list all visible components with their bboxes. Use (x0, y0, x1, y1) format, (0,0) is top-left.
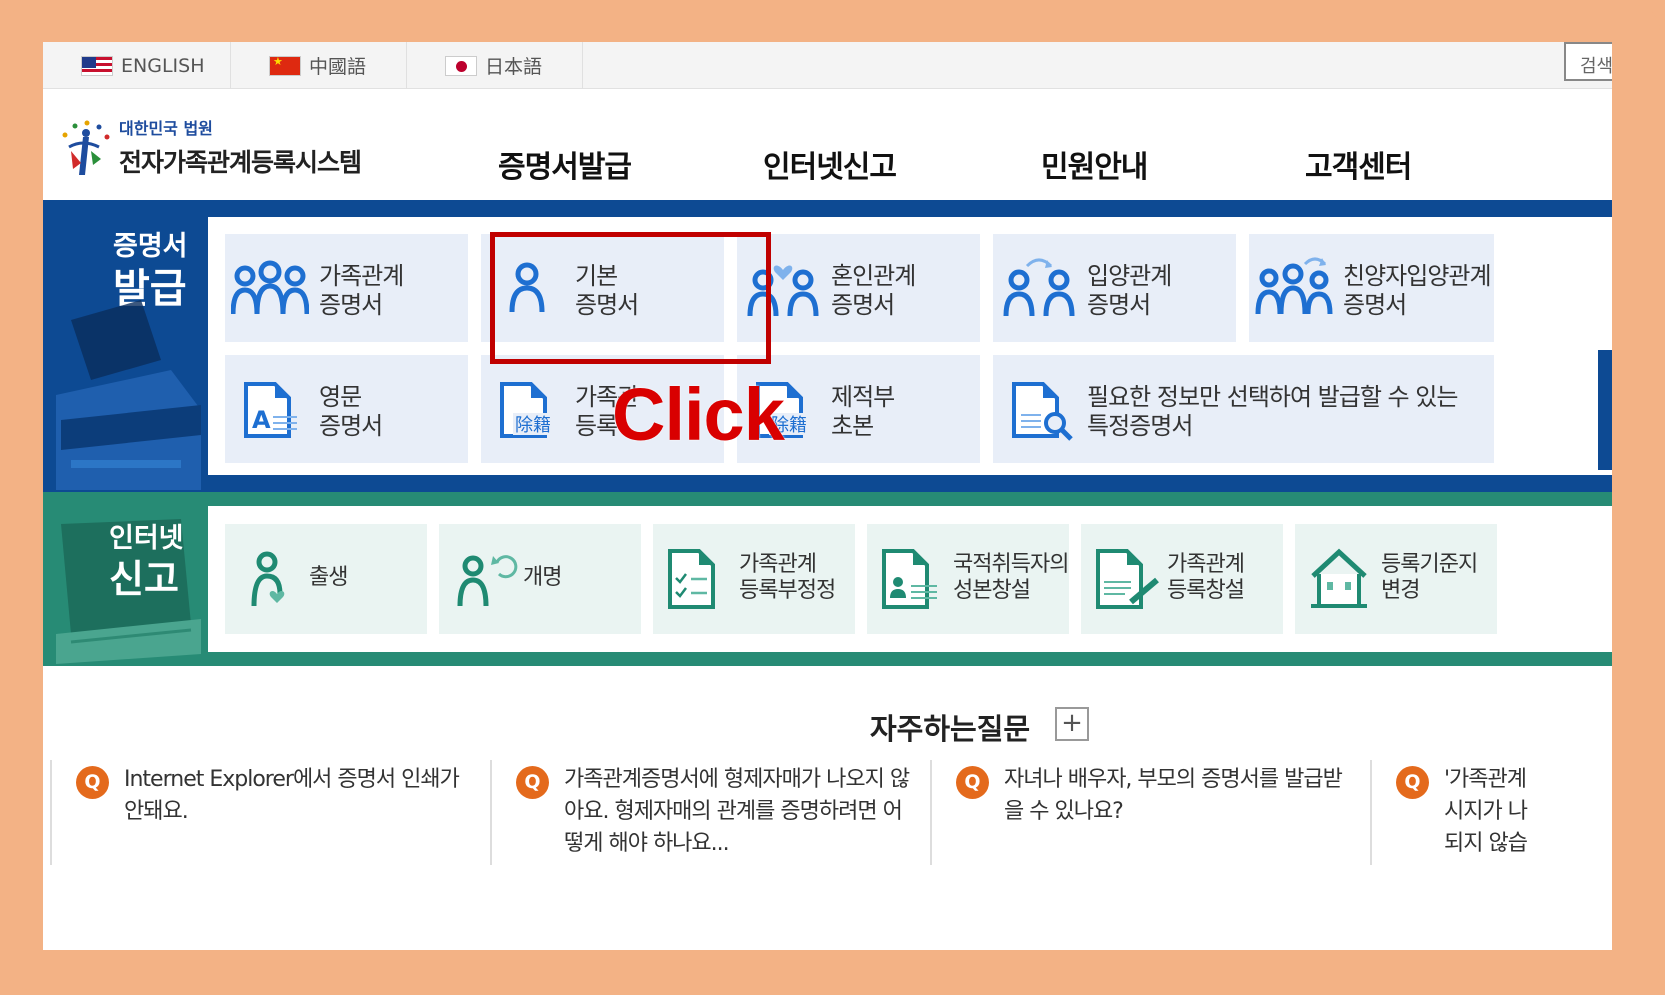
jp-flag-icon (445, 55, 477, 76)
birth-icon (251, 551, 285, 607)
question-badge-icon: Q (516, 766, 549, 799)
tile-label: 가족관계 등록창설 (1167, 552, 1245, 604)
site-logo[interactable]: 대한민국 법원 전자가족관계등록시스템 (55, 115, 362, 179)
report-rename[interactable]: 개명 (439, 524, 641, 634)
pen-document-icon (1096, 549, 1159, 609)
faq-more-button[interactable]: + (1055, 707, 1089, 741)
question-badge-icon: Q (1396, 766, 1429, 799)
tile-label: 기본 증명서 (575, 262, 639, 319)
full-adoption-icon (1255, 257, 1333, 315)
nav-customer-center[interactable]: 고객센터 (1305, 142, 1412, 186)
tile-label: 가족관계 등록부정정 (739, 552, 836, 604)
tile-label: 입양관계 증명서 (1087, 262, 1172, 319)
language-bar: ENGLISH 中國語 日本語 검색 (43, 42, 1612, 89)
lang-label: 中國語 (309, 56, 367, 78)
faq-item[interactable]: Q 가족관계증명서에 형제자매가 나오지 않아요. 형제자매의 관계를 증명하려… (490, 760, 930, 865)
logo-text: 대한민국 법원 전자가족관계등록시스템 (113, 115, 362, 179)
question-badge-icon: Q (76, 766, 109, 799)
rename-icon (457, 555, 518, 607)
english-document-icon: A (244, 382, 297, 438)
faq-question: 가족관계증명서에 형제자매가 나오지 않아요. 형제자매의 관계를 증명하려면 … (564, 767, 910, 856)
adoption-icon (1003, 258, 1075, 317)
cert-side-banner: 증명서 발급 (43, 200, 208, 492)
printer-icon (56, 300, 201, 490)
house-icon (1311, 548, 1367, 608)
lang-label: ENGLISH (121, 54, 205, 77)
court-logo-icon (55, 117, 113, 177)
tile-label: 등록기준지 변경 (1381, 552, 1478, 604)
question-badge-icon: Q (956, 766, 989, 799)
logo-subtitle: 대한민국 법원 (119, 119, 213, 138)
person-icon (509, 262, 545, 313)
cert-basic[interactable]: 기본 증명서 (481, 234, 724, 342)
tile-label: 혼인관계 증명서 (831, 262, 916, 319)
search-document-icon (1012, 382, 1073, 441)
tile-label: 출생 (309, 565, 348, 590)
faq-question: '가족관계 시지가 나 되지 않습 (1444, 767, 1528, 856)
nav-civil-guide[interactable]: 민원안내 (1041, 142, 1148, 186)
side-scroll-hint (1598, 350, 1612, 470)
tile-label: 개명 (523, 565, 562, 590)
lang-english[interactable]: ENGLISH (43, 42, 231, 89)
cert-family-relation[interactable]: 가족관계 증명서 (225, 234, 468, 342)
cert-english[interactable]: A 영문 증명서 (225, 355, 468, 463)
report-register-creation[interactable]: 가족관계 등록창설 (1081, 524, 1283, 634)
report-birth[interactable]: 출생 (225, 524, 427, 634)
tile-label: 제적부 초본 (831, 383, 895, 440)
tile-label: 가족관계 증명서 (319, 262, 404, 319)
report-side-banner: 인터넷 신고 (43, 492, 208, 666)
faq-title: 자주하는질문 (870, 712, 1031, 746)
lang-label: 日本語 (485, 56, 543, 78)
cert-full-adoption[interactable]: 친양자입양관계 증명서 (1249, 234, 1494, 342)
svg-text:A: A (252, 406, 271, 434)
page: ENGLISH 中國語 日本語 검색 (43, 42, 1612, 950)
nav-cert-issue[interactable]: 증명서발급 (498, 142, 632, 186)
tile-label: 국적취득자의 성본창설 (953, 552, 1069, 604)
internet-report-section: 인터넷 신고 출생 개명 가족관계 등록부정정 국적취득자의 성본창설 가족관계… (43, 492, 1612, 666)
lang-chinese[interactable]: 中國語 (231, 42, 407, 89)
svg-text:除籍: 除籍 (515, 415, 551, 436)
logo-title: 전자가족관계등록시스템 (119, 148, 362, 177)
tile-label: 친양자입양관계 증명서 (1343, 262, 1492, 319)
tile-label: 영문 증명서 (319, 383, 383, 440)
cert-adoption[interactable]: 입양관계 증명서 (993, 234, 1236, 342)
faq-item[interactable]: Q '가족관계 시지가 나 되지 않습 (1370, 760, 1550, 865)
marriage-icon (747, 265, 819, 317)
click-annotation: Click (612, 373, 785, 456)
faq-item[interactable]: Q Internet Explorer에서 증명서 인쇄가 안돼요. (50, 760, 490, 865)
checklist-document-icon (668, 549, 715, 609)
id-document-icon (882, 549, 937, 609)
report-correction[interactable]: 가족관계 등록부정정 (653, 524, 855, 634)
us-flag-icon (81, 55, 113, 76)
tile-label: 필요한 정보만 선택하여 발급할 수 있는 특정증명서 (1087, 383, 1458, 440)
cert-marriage[interactable]: 혼인관계 증명서 (737, 234, 980, 342)
report-domicile-change[interactable]: 등록기준지 변경 (1295, 524, 1497, 634)
family-icon (231, 260, 309, 315)
report-panel: 출생 개명 가족관계 등록부정정 국적취득자의 성본창설 가족관계 등록창설 등… (208, 506, 1612, 652)
lang-japanese[interactable]: 日本語 (407, 42, 583, 89)
cn-flag-icon (269, 55, 301, 76)
cert-panel: 가족관계 증명서 기본 증명서 혼인관계 증명서 입양관계 증명서 친양자입양관… (208, 217, 1612, 475)
header: 대한민국 법원 전자가족관계등록시스템 증명서발급 인터넷신고 민원안내 고객센… (43, 90, 1612, 200)
faq-item[interactable]: Q 자녀나 배우자, 부모의 증명서를 발급받을 수 있나요? (930, 760, 1370, 865)
faq-question: 자녀나 배우자, 부모의 증명서를 발급받을 수 있나요? (1004, 767, 1343, 824)
cert-specific[interactable]: 필요한 정보만 선택하여 발급할 수 있는 특정증명서 (993, 355, 1494, 463)
report-side-title: 인터넷 신고 (109, 523, 184, 601)
nav-internet-report[interactable]: 인터넷신고 (763, 142, 897, 186)
report-nationality-surname[interactable]: 국적취득자의 성본창설 (867, 524, 1069, 634)
faq-question: Internet Explorer에서 증명서 인쇄가 안돼요. (124, 767, 460, 824)
cert-issue-section: 증명서 발급 가족관계 증명서 기본 증명서 혼인관계 증명서 입양관계 증명서… (43, 200, 1612, 492)
search-button[interactable]: 검색 (1564, 42, 1612, 81)
removed-document-icon: 除籍 (500, 382, 563, 438)
